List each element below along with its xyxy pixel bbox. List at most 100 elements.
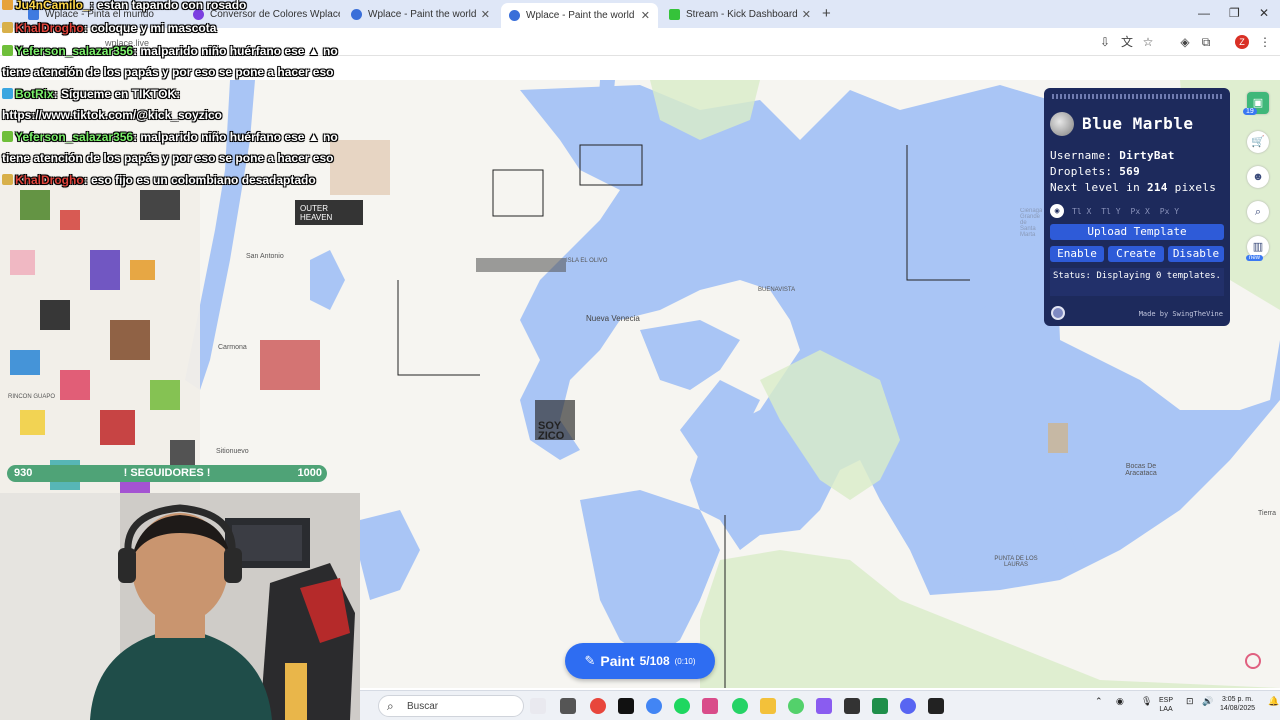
status-text: Status: Displaying 0 templates. — [1050, 268, 1224, 296]
menu-kebab-icon[interactable]: ⋮ — [1258, 35, 1272, 49]
map-label: Ciénaga Grande de Santa Marta — [1020, 208, 1042, 238]
upload-template-button[interactable]: Upload Template — [1050, 224, 1224, 240]
profile-avatar[interactable]: Z — [1235, 35, 1249, 49]
taskbar-search[interactable]: ⌕ Buscar — [378, 695, 524, 717]
username-label: Username: — [1050, 149, 1113, 162]
search-map-icon[interactable]: ⌕ — [1247, 201, 1269, 223]
chat-badge-icon — [2, 88, 13, 99]
chat-message: Yeferson_salazar356: malparido niño huér… — [2, 130, 338, 144]
tiktok-icon[interactable] — [618, 698, 634, 714]
chat-message: Yeferson_salazar356: malparido niño huér… — [2, 44, 338, 58]
level-badge: 19 — [1243, 108, 1257, 115]
kick-app-icon[interactable] — [788, 698, 804, 714]
tray-app-icon[interactable]: ◉ — [1116, 696, 1124, 707]
network-icon[interactable]: ⊡ — [1186, 696, 1194, 707]
username-row: Username: DirtyBat — [1050, 149, 1175, 162]
close-tab-icon[interactable]: ✕ — [481, 8, 490, 21]
tl-y-input[interactable]: Tl Y — [1099, 207, 1122, 216]
excel-icon[interactable] — [872, 698, 888, 714]
paint-button[interactable]: ✎ Paint 5/108 (0:10) — [565, 643, 715, 679]
disable-button[interactable]: Disable — [1168, 246, 1224, 262]
enable-button[interactable]: Enable — [1050, 246, 1104, 262]
extensions-puzzle-icon[interactable]: ⧉ — [1199, 35, 1213, 49]
capcut-icon[interactable] — [844, 698, 860, 714]
chat-badge-icon — [2, 45, 13, 56]
made-by-credit: Made by SwingTheVine — [1138, 310, 1223, 318]
chrome-icon[interactable] — [646, 698, 662, 714]
language-indicator[interactable]: ESP LAA — [1159, 696, 1173, 714]
map-label: Bocas De Aracataca — [1125, 463, 1157, 477]
whatsapp-icon[interactable] — [732, 698, 748, 714]
tab-label: Wplace - Paint the world — [526, 10, 635, 21]
kick-favicon-icon — [669, 8, 680, 20]
blue-marble-panel: Blue Marble Username: DirtyBat Droplets:… — [1044, 88, 1230, 326]
install-app-icon[interactable]: ⇩ — [1098, 35, 1112, 49]
new-tab-icon[interactable]: + — [822, 5, 831, 22]
webcam-feed — [0, 493, 360, 720]
game-app-icon[interactable] — [590, 698, 606, 714]
map-label: Tierra — [1258, 510, 1277, 517]
chat-message: KhalDrogho: eso fijo es un colombiano de… — [2, 173, 316, 187]
paint-timer: (0:10) — [674, 656, 696, 666]
search-placeholder: Buscar — [407, 701, 439, 712]
microphone-icon[interactable]: 🎙 — [1141, 696, 1152, 707]
spotify-icon[interactable] — [674, 698, 690, 714]
blue-marble-logo-icon — [1050, 112, 1074, 136]
store-cart-icon[interactable]: 🛒 — [1247, 131, 1269, 153]
volume-icon[interactable]: 🔊 — [1202, 696, 1213, 707]
template-coords-row: ◉ Tl X Tl Y Px X Px Y — [1050, 204, 1181, 218]
text-app-icon[interactable] — [702, 698, 718, 714]
map-label: PUNTA DE LOS LAURAS — [994, 556, 1038, 568]
tab-wplace-paint-active[interactable]: Wplace - Paint the world ✕ — [501, 3, 658, 28]
drag-handle[interactable] — [1052, 94, 1222, 99]
translate-icon[interactable]: 文 — [1120, 35, 1134, 49]
streaming-app-icon[interactable] — [928, 698, 944, 714]
map-label: SOY ZICO — [538, 420, 565, 442]
map-label: Carmona — [218, 344, 247, 351]
discord-icon[interactable] — [900, 698, 916, 714]
tl-x-input[interactable]: Tl X — [1070, 207, 1093, 216]
new-badge: new — [1246, 255, 1264, 261]
minimize-icon[interactable]: — — [1198, 6, 1210, 20]
map-label: Nueva Venecia — [586, 314, 640, 323]
px-x-input[interactable]: Px X — [1129, 207, 1152, 216]
widgets-icon[interactable] — [560, 698, 576, 714]
droplets-value: 569 — [1119, 165, 1141, 178]
droplets-row: Droplets: 569 — [1050, 165, 1140, 178]
close-window-icon[interactable]: ✕ — [1259, 6, 1269, 20]
panel-title: Blue Marble — [1082, 114, 1194, 133]
community-icon[interactable]: ☻ — [1247, 166, 1269, 188]
followers-label: ! SEGUIDORES ! — [123, 467, 211, 479]
chat-badge-icon — [2, 131, 13, 142]
notifications-icon[interactable]: 🔔 — [1268, 696, 1279, 707]
chat-message: tiene atención de los papás y por eso se… — [2, 65, 334, 79]
clock[interactable]: 3:05 p. m. 14/08/2025 — [1220, 695, 1255, 713]
close-tab-icon[interactable]: ✕ — [641, 9, 650, 22]
close-tab-icon[interactable]: ✕ — [802, 8, 811, 21]
file-explorer-icon[interactable] — [760, 698, 776, 714]
chat-badge-icon — [2, 174, 13, 185]
brush-icon: ✎ — [584, 653, 596, 668]
globe-favicon-icon — [509, 10, 520, 21]
extension-icon[interactable]: ◈ — [1178, 35, 1192, 49]
paint-label: Paint — [600, 653, 635, 669]
photos-icon[interactable] — [816, 698, 832, 714]
next-level-value: 214 — [1146, 181, 1168, 194]
next-level-prefix: Next level in — [1050, 181, 1140, 194]
map-label: Sitionuevo — [216, 448, 249, 455]
map-label: BUENAVISTA — [758, 287, 796, 293]
task-view-icon[interactable] — [530, 698, 546, 714]
chat-badge-icon — [2, 22, 13, 33]
map-label: RINCÓN GUAPO — [8, 394, 56, 400]
tray-overflow-icon[interactable]: ⌃ — [1095, 696, 1103, 707]
bookmark-star-icon[interactable]: ☆ — [1141, 35, 1155, 49]
px-y-input[interactable]: Px Y — [1158, 207, 1181, 216]
maximize-icon[interactable]: ❐ — [1229, 6, 1240, 20]
tab-kick-dashboard[interactable]: Stream - Kick Dashboard ✕ — [661, 3, 819, 25]
pin-icon[interactable]: ◉ — [1050, 204, 1064, 218]
locate-me-icon[interactable] — [1245, 653, 1261, 669]
next-level-suffix: pixels — [1174, 181, 1217, 194]
droplets-label: Droplets: — [1050, 165, 1113, 178]
followers-goal: 1000 — [297, 467, 322, 479]
create-button[interactable]: Create — [1108, 246, 1164, 262]
